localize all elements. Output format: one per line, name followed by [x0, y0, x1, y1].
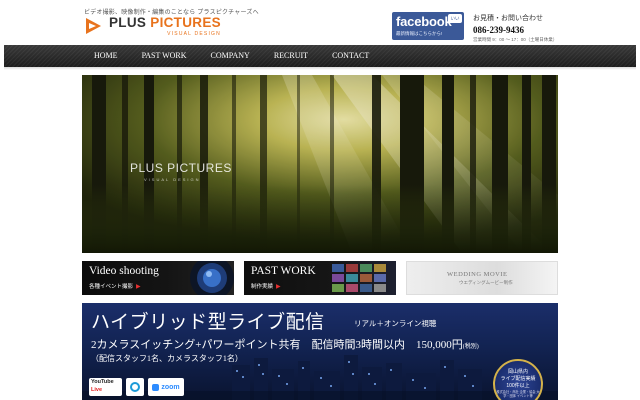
card-video-shooting[interactable]: Video shooting 各種イベント撮影 ▶: [82, 261, 234, 295]
contact-label: お見積・お問い合わせ: [473, 15, 543, 22]
contact-phone[interactable]: 086-239-9436: [473, 25, 557, 35]
business-hours: 営業時間 9：00 ～ 17：00（土曜日休業）: [473, 37, 558, 42]
card-subtitle: 制作実績 ▶: [251, 284, 281, 290]
arrow-right-icon: ▶: [136, 284, 141, 290]
zoom-logo: zoom: [148, 378, 184, 396]
card-wedding-movie[interactable]: WEDDING MOVIE ウエディングムービー制作: [406, 261, 558, 295]
nav-contact[interactable]: CONTACT: [320, 45, 381, 67]
nav-shadow: [4, 67, 636, 70]
card-past-work[interactable]: PAST WORK 制作実績 ▶: [244, 261, 396, 295]
live-title: ハイブリッド型ライブ配信: [91, 312, 325, 333]
card-title: Video shooting: [89, 265, 159, 277]
play-logo-icon: [84, 16, 104, 36]
contact-info: お見積・お問い合わせ 086-239-9436 営業時間 9：00 ～ 17：0…: [473, 13, 557, 43]
logo-subtitle: VISUAL DESIGN: [167, 31, 221, 37]
facebook-banner[interactable]: facebook いいね! 最新情報はこちらから!: [392, 12, 464, 40]
facebook-logo-text: facebook: [396, 14, 452, 29]
site-logo[interactable]: PLUS PICTURES VISUAL DESIGN: [84, 16, 221, 37]
live-subtitle: リアル＋オンライン視聴: [354, 319, 437, 328]
badge-region: 岡山県内: [507, 369, 528, 375]
hero-title: PLUS PICTURES: [130, 161, 232, 175]
hero-image: PLUS PICTURES VISUAL DESIGN: [82, 75, 558, 253]
facebook-like-tag: いいね!: [448, 14, 462, 30]
logo-text: PLUS PICTURES: [109, 15, 221, 30]
badge-detail: 株式会社・商社 企業・協会 大学・団体 イベント等: [496, 390, 540, 398]
live-streaming-banner[interactable]: ハイブリッド型ライブ配信 リアル＋オンライン視聴 2カメラスイッチング+パワーポ…: [82, 303, 558, 400]
facebook-banner-sub: 最新情報はこちらから!: [396, 31, 443, 36]
nav-home[interactable]: HOME: [82, 45, 130, 67]
card-title: WEDDING MOVIE: [447, 271, 508, 278]
badge-label: ライブ配信実績: [500, 376, 536, 382]
arrow-right-icon: ▶: [276, 284, 281, 290]
live-plan-details: 2カメラスイッチング+パワーポイント共有 配信時間3時間以内 150,000円(…: [91, 339, 479, 351]
webex-logo-icon: [126, 378, 144, 396]
card-subtitle: 各種イベント撮影 ▶: [89, 284, 141, 290]
nav-company[interactable]: COMPANY: [199, 45, 262, 67]
nav-past-work[interactable]: PAST WORK: [130, 45, 199, 67]
live-staff-note: （配信スタッフ1名、カメラスタッフ1名）: [91, 354, 243, 363]
tax-note: (税別): [462, 344, 479, 350]
nav-recruit[interactable]: RECRUIT: [262, 45, 320, 67]
youtube-live-logo: YouTube Live: [89, 378, 122, 396]
card-subtitle: ウエディングムービー制作: [459, 280, 513, 285]
badge-count: 100件以上: [506, 383, 530, 389]
main-nav: HOME PAST WORK COMPANY RECRUIT CONTACT: [4, 45, 636, 67]
card-title: PAST WORK: [251, 265, 316, 277]
zoom-camera-icon: [152, 383, 160, 391]
hero-subtitle: VISUAL DESIGN: [144, 177, 201, 182]
platform-logos: YouTube Live zoom: [89, 378, 184, 396]
page: ビデオ撮影、映像制作・編集のことなら プラスピクチャーズへ PLUS PICTU…: [0, 0, 640, 400]
